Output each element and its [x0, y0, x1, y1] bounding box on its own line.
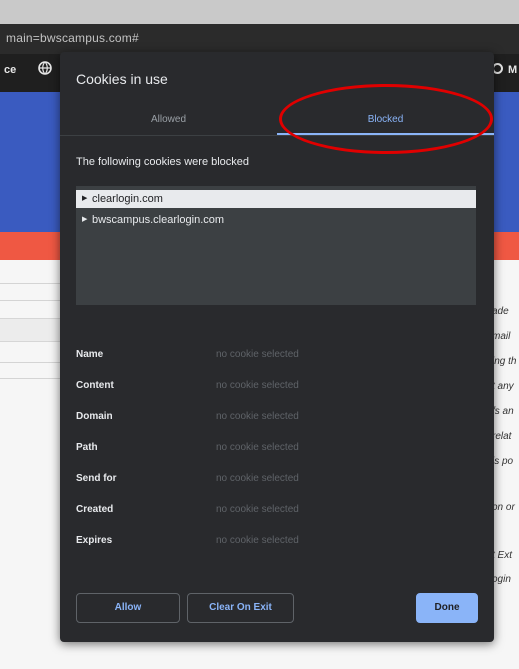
tab-allowed[interactable]: Allowed [60, 114, 277, 125]
bookmark-item-label-right[interactable]: M [508, 64, 517, 76]
page-divider [0, 300, 62, 301]
expand-arrow-icon[interactable]: ▶ [82, 211, 87, 229]
page-text-fragment: relat [492, 431, 512, 442]
field-label-expires: Expires [76, 535, 113, 546]
page-divider [0, 283, 62, 284]
page-input-field[interactable] [0, 318, 62, 342]
allow-button[interactable]: Allow [76, 593, 180, 623]
field-label-name: Name [76, 349, 104, 360]
dialog-title: Cookies in use [76, 71, 168, 87]
page-text-fragment: ade [492, 306, 509, 317]
blocked-cookies-description: The following cookies were blocked [76, 156, 250, 168]
annotation-circle [279, 84, 493, 154]
address-bar-url[interactable]: main=bwscampus.com# [6, 31, 139, 45]
field-label-created: Created [76, 504, 114, 515]
tree-item-label: clearlogin.com [92, 193, 163, 205]
tree-item-label: bwscampus.clearlogin.com [92, 214, 225, 226]
tree-item-clearlogin[interactable]: ▶ clearlogin.com [76, 190, 476, 208]
page-divider [0, 362, 62, 363]
cookie-tree[interactable]: ▶ clearlogin.com ▶ bwscampus.clearlogin.… [76, 186, 476, 305]
expand-arrow-icon[interactable]: ▶ [82, 190, 87, 208]
done-button[interactable]: Done [416, 593, 478, 623]
page-text-fragment: ing th [492, 356, 517, 367]
page-text-fragment: t any [492, 381, 514, 392]
field-value-expires: no cookie selected [216, 535, 299, 546]
tree-item-bwscampus-clearlogin[interactable]: ▶ bwscampus.clearlogin.com [76, 211, 476, 229]
page-text-fragment: fs an [492, 406, 514, 417]
field-value-send-for: no cookie selected [216, 473, 299, 484]
field-value-domain: no cookie selected [216, 411, 299, 422]
globe-icon[interactable] [38, 61, 52, 75]
browser-top-strip [0, 0, 519, 24]
page-text-fragment: is po [492, 456, 514, 467]
bookmark-item-label[interactable]: ce [4, 64, 16, 76]
field-value-path: no cookie selected [216, 442, 299, 453]
page-divider [0, 378, 62, 379]
page-text-fragment: on or [492, 502, 515, 513]
field-label-content: Content [76, 380, 114, 391]
page-text-fragment: t Ext [492, 550, 513, 561]
field-value-name: no cookie selected [216, 349, 299, 360]
field-value-content: no cookie selected [216, 380, 299, 391]
page-text-fragment: mail [492, 331, 511, 342]
clear-on-exit-button[interactable]: Clear On Exit [187, 593, 294, 623]
field-label-path: Path [76, 442, 98, 453]
page-text-fragment: ogin [492, 574, 511, 585]
field-value-created: no cookie selected [216, 504, 299, 515]
field-label-domain: Domain [76, 411, 113, 422]
field-label-send-for: Send for [76, 473, 117, 484]
